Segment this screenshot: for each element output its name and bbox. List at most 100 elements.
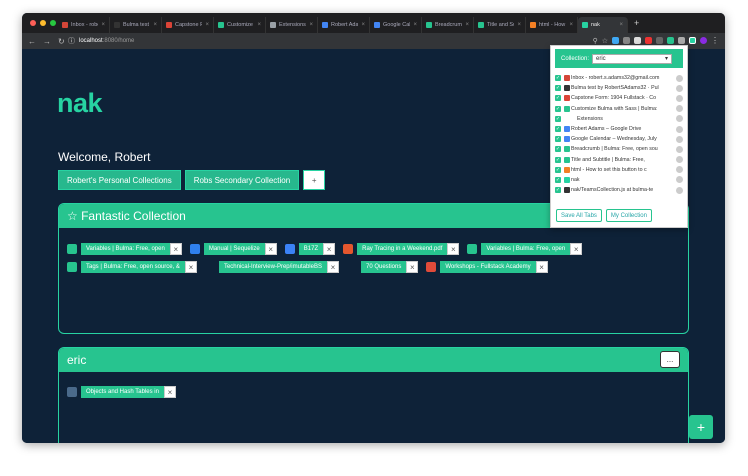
tab-close-icon[interactable]: × [517,22,521,28]
tab-close-icon[interactable]: × [257,22,261,28]
browser-tab[interactable]: Extensions × [266,17,318,33]
extension-icon[interactable] [612,37,619,44]
tab-label: nak [591,22,600,28]
tab-title: Google Calendar – Wednesday, July [571,136,657,143]
forward-icon[interactable]: → [43,37,51,46]
add-collection-tab-button[interactable]: + [303,170,326,190]
browser-tab[interactable]: Google Cale× [370,17,422,33]
chip-link[interactable]: B17Z [298,243,324,255]
tab-close-icon[interactable]: × [153,22,157,28]
tab-checkbox[interactable]: ✓ [555,95,561,102]
tab-close-icon[interactable]: × [361,22,365,28]
tab-checkbox[interactable]: ✓ [555,166,561,173]
tab-close-icon[interactable]: × [465,22,469,28]
tab-checkbox[interactable]: ✓ [555,105,561,112]
open-tab-icon[interactable] [676,125,683,133]
chip-link[interactable]: Objects and Hash Tables in [81,386,164,398]
open-tab-icon[interactable] [676,84,683,92]
browser-tab[interactable]: Bulma test b× [110,17,162,33]
extension-icon[interactable] [667,37,674,44]
back-icon[interactable]: ← [28,37,36,46]
open-tab-icon[interactable] [676,74,683,82]
extension-icon[interactable] [678,37,685,44]
browser-tab[interactable]: Robert Adam× [318,17,370,33]
remove-chip-button[interactable]: × [447,243,460,255]
tab-checkbox[interactable]: ✓ [555,115,561,122]
star-icon[interactable]: ☆ [602,37,608,45]
reload-icon[interactable]: ↻ [58,37,65,46]
more-icon[interactable]: ⋮ [711,36,719,45]
maximize-window-button[interactable] [50,20,56,26]
tab-close-icon[interactable]: × [619,22,623,28]
remove-chip-button[interactable]: × [169,243,182,255]
remove-chip-button[interactable]: × [184,261,197,273]
chip-link[interactable]: Technical-Interview-Prep/imutableBS [218,261,327,273]
chip-link[interactable]: Ray Tracing in a Weekend.pdf [357,243,448,255]
browser-tab[interactable]: html - How × [526,17,578,33]
tab-checkbox[interactable]: ✓ [555,156,561,163]
browser-tab[interactable]: Capstone Fo× [162,17,214,33]
tab-close-icon[interactable]: × [101,22,105,28]
open-tab-icon[interactable] [676,176,683,184]
extension-icon[interactable] [634,37,641,44]
tab-secondary-collection[interactable]: Robs Secondary Collection [184,170,300,190]
open-tab-icon[interactable] [676,145,683,153]
save-all-tabs-button[interactable]: Save All Tabs [556,209,602,222]
tab-title: Extensions [577,115,603,122]
chip-link[interactable]: 70 Questions [360,261,407,273]
app-logo[interactable]: nak [57,88,103,119]
tab-checkbox[interactable]: ✓ [555,136,561,143]
my-collection-button[interactable]: My Collection [605,209,652,222]
browser-tab[interactable]: Title and Su × [474,17,526,33]
profile-avatar[interactable] [700,37,707,44]
extension-icons: ⚲ ☆ ⋮ [593,36,719,45]
minimize-window-button[interactable] [40,20,46,26]
browser-tab[interactable]: Inbox - robe × [58,17,110,33]
close-window-button[interactable] [30,20,36,26]
open-tab-icon[interactable] [676,156,683,164]
remove-chip-button[interactable]: × [264,243,277,255]
remove-chip-button[interactable]: × [535,261,548,273]
tab-close-icon[interactable]: × [205,22,209,28]
tab-close-icon[interactable]: × [569,22,573,28]
chip-link[interactable]: Tags | Bulma: Free, open source, & [81,261,185,273]
tab-checkbox[interactable]: ✓ [555,146,561,153]
remove-chip-button[interactable]: × [326,261,339,273]
remove-chip-button[interactable]: × [406,261,419,273]
extension-icon[interactable] [645,37,652,44]
browser-tab[interactable]: Breadcrumb × [422,17,474,33]
open-tab-icon[interactable] [676,135,683,143]
chip-link[interactable]: Manual | Sequelize [203,243,265,255]
open-tab-icon[interactable] [676,94,683,102]
remove-chip-button[interactable]: × [570,243,583,255]
card-menu-button[interactable]: ... [660,351,680,368]
chip-link[interactable]: Variables | Bulma: Free, open [81,243,170,255]
extension-icon[interactable] [623,37,630,44]
new-tab-button[interactable]: + [628,18,639,28]
browser-tab[interactable]: Customize B× [214,17,266,33]
open-tab-icon[interactable] [676,115,683,123]
tab-checkbox[interactable]: ✓ [555,75,561,82]
open-tab-icon[interactable] [676,166,683,174]
tab-checkbox[interactable]: ✓ [555,85,561,92]
chip-link[interactable]: Variables | Bulma: Free, open [481,243,571,255]
card-header: eric ... [59,348,688,372]
extension-icon[interactable] [656,37,663,44]
nak-extension-icon[interactable] [689,37,696,44]
open-tab-icon[interactable] [676,105,683,113]
tab-close-icon[interactable]: × [309,22,313,28]
tab-checkbox[interactable]: ✓ [555,176,561,183]
url-field[interactable]: ⓘ localhost:8080/home [68,36,134,46]
add-floating-button[interactable]: + [689,415,713,439]
remove-chip-button[interactable]: × [163,386,176,398]
collection-select[interactable]: eric ▾ [592,53,673,64]
chip-link[interactable]: Workshops - Fullstack Academy [440,261,536,273]
zoom-icon[interactable]: ⚲ [593,37,598,45]
open-tab-icon[interactable] [676,186,683,194]
tab-checkbox[interactable]: ✓ [555,126,561,133]
remove-chip-button[interactable]: × [323,243,336,255]
tab-personal-collections[interactable]: Robert's Personal Collections [58,170,181,190]
tab-checkbox[interactable]: ✓ [555,187,561,194]
tab-close-icon[interactable]: × [413,22,417,28]
browser-tab[interactable]: nak × [578,17,628,33]
